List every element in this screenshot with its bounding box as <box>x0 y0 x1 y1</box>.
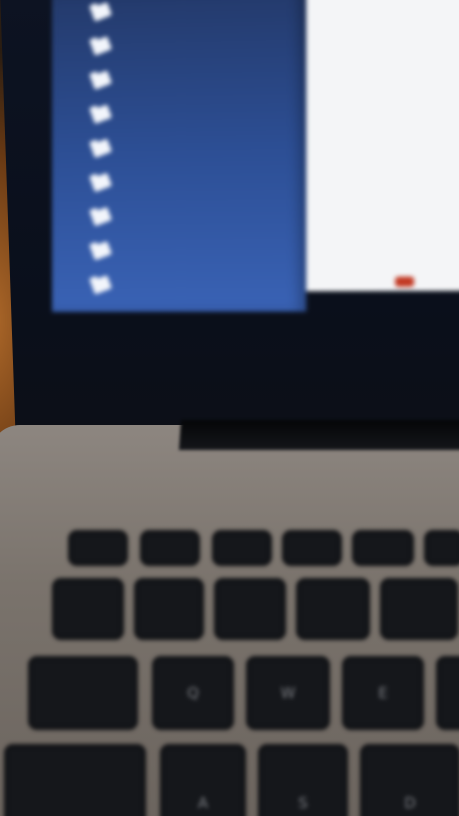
key-label: A <box>197 794 209 812</box>
keyboard-key[interactable] <box>436 656 459 730</box>
keyboard-key[interactable] <box>424 530 459 566</box>
keyboard-key-w[interactable]: W <box>246 656 330 730</box>
keyboard-key-e[interactable]: E <box>342 656 424 730</box>
keyboard-key-s[interactable]: S <box>258 744 348 816</box>
photo-scene: Q W E A S D <box>0 0 459 816</box>
keyboard-key[interactable] <box>380 578 458 640</box>
keyboard-key[interactable] <box>214 578 286 640</box>
key-label: E <box>378 684 388 702</box>
key-label: W <box>280 684 296 702</box>
keyboard-key[interactable] <box>212 530 272 566</box>
key-label: D <box>404 794 416 812</box>
keyboard-key-q[interactable]: Q <box>152 656 234 730</box>
keyboard-key[interactable] <box>134 578 204 640</box>
keyboard: Q W E A S D <box>0 0 459 816</box>
key-label: S <box>298 794 308 812</box>
key-label: Q <box>187 684 199 702</box>
keyboard-key-d[interactable]: D <box>360 744 459 816</box>
keyboard-key-tab[interactable] <box>28 656 138 730</box>
keyboard-key[interactable] <box>52 578 124 640</box>
keyboard-key[interactable] <box>296 578 370 640</box>
keyboard-key[interactable] <box>68 530 128 566</box>
keyboard-key-caps[interactable] <box>4 744 146 816</box>
keyboard-key[interactable] <box>352 530 414 566</box>
keyboard-key[interactable] <box>140 530 200 566</box>
keyboard-key-a[interactable]: A <box>160 744 246 816</box>
keyboard-key[interactable] <box>282 530 342 566</box>
